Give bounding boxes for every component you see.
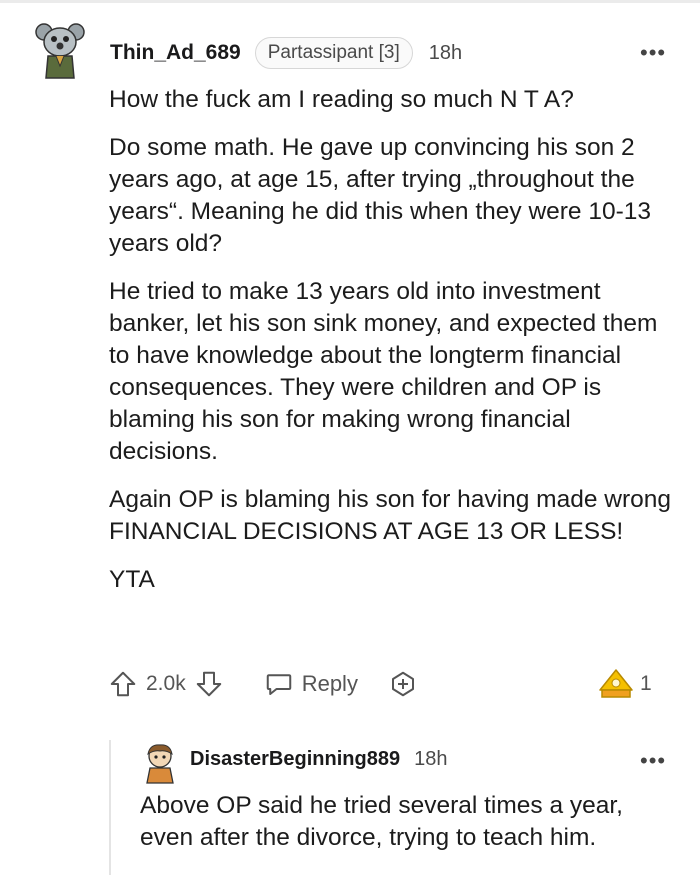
comment-paragraph: He tried to make 13 years old into inves… <box>109 278 658 465</box>
reply-user-avatar[interactable] <box>142 742 178 784</box>
comment-body: How the fuck am I reading so much N T A?… <box>109 84 679 612</box>
reply-icon <box>266 674 291 695</box>
username[interactable]: Thin_Ad_689 <box>110 41 241 65</box>
reply-body: Above OP said he tried several times a y… <box>140 792 623 851</box>
award-icon <box>599 669 633 698</box>
comment-paragraph: How the fuck am I reading so much N T A? <box>109 86 574 113</box>
downvote-button[interactable] <box>194 669 224 699</box>
reply-label: Reply <box>301 671 358 696</box>
user-flair: Partassipant [3] <box>254 37 413 69</box>
comment: Thin_Ad_689 Partassipant [3] 18h ••• How… <box>0 0 700 875</box>
reply-more-options-icon[interactable]: ••• <box>640 748 666 774</box>
add-award-button[interactable] <box>388 669 418 699</box>
upvote-button[interactable] <box>108 669 138 699</box>
more-options-icon[interactable]: ••• <box>640 40 666 66</box>
thread-line[interactable] <box>109 740 111 875</box>
timestamp: 18h <box>428 41 463 64</box>
upvote-icon <box>110 671 136 697</box>
add-award-icon <box>391 671 414 697</box>
reply-username[interactable]: DisasterBeginning889 <box>190 748 400 771</box>
comment-header: Thin_Ad_689 Partassipant [3] 18h <box>110 36 462 70</box>
reply-button[interactable]: Reply <box>264 669 358 699</box>
comment-paragraph: Do some math. He gave up convincing his … <box>109 134 652 257</box>
reply-header: DisasterBeginning889 18h <box>190 748 447 771</box>
comment-paragraph: Again OP is blaming his son for having m… <box>109 486 671 545</box>
award-count: 1 <box>640 672 652 695</box>
vote-score: 2.0k <box>146 672 186 695</box>
comment-actions: 2.0k Reply 1 <box>108 664 668 704</box>
reply-timestamp: 18h <box>414 748 448 770</box>
downvote-icon <box>196 671 221 697</box>
comment-paragraph: YTA <box>109 566 155 593</box>
user-avatar[interactable] <box>34 22 86 80</box>
award-badge[interactable]: 1 <box>598 668 652 700</box>
